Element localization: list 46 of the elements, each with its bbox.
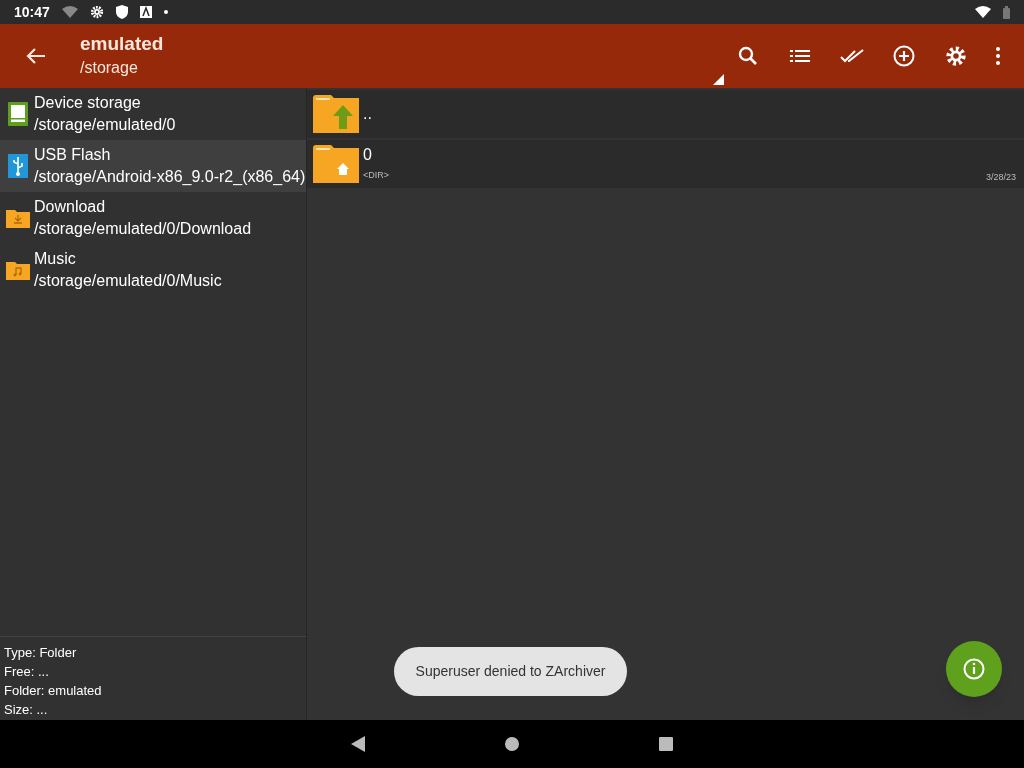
info-line: Type: Folder	[4, 644, 78, 662]
app-icon	[139, 6, 152, 18]
corner-triangle-icon	[713, 74, 724, 85]
usb-icon	[8, 154, 28, 178]
double-check-icon	[840, 49, 864, 63]
location-path: /storage/Android-x86_9.0-r2_(x86_64)	[34, 167, 306, 187]
battery-icon	[1003, 5, 1010, 19]
search-icon	[738, 46, 758, 66]
gear-icon	[89, 5, 104, 19]
toast-message: Superuser denied to ZArchiver	[394, 647, 627, 696]
settings-icon	[945, 45, 967, 67]
file-type: <DIR>	[363, 169, 389, 183]
back-nav-icon[interactable]	[351, 736, 365, 752]
music-folder-icon	[6, 260, 30, 280]
file-date: 3/28/23	[985, 170, 1016, 184]
location-path: /storage/emulated/0/Download	[34, 219, 252, 239]
file-name: 0	[363, 145, 373, 166]
download-folder-icon	[6, 208, 30, 228]
more-icon	[995, 47, 1001, 65]
info-icon	[963, 658, 985, 680]
file-row[interactable]: 0 <DIR> 3/28/23	[307, 140, 1024, 188]
location-name: USB Flash	[34, 145, 112, 165]
back-arrow-icon	[26, 48, 46, 64]
location-path: /storage/emulated/0	[34, 115, 176, 135]
info-line: Size: ...	[4, 701, 49, 719]
storage-list-item[interactable]: USB Flash /storage/Android-x86_9.0-r2_(x86_64)	[0, 140, 306, 192]
home-nav-icon[interactable]	[505, 737, 519, 751]
list-icon	[790, 49, 810, 63]
shield-icon	[115, 5, 128, 19]
plus-circle-icon	[893, 45, 915, 67]
home-folder-icon	[313, 145, 359, 183]
info-line: Free: ...	[4, 663, 50, 681]
clock: 10:47	[14, 2, 50, 22]
folder-path: /storage	[80, 58, 139, 78]
file-row[interactable]: ..	[307, 90, 1024, 138]
storage-icon	[8, 102, 28, 126]
folder-up-icon	[313, 95, 359, 133]
info-fab[interactable]	[946, 641, 1002, 697]
location-name: Music	[34, 249, 77, 269]
dot-icon	[163, 10, 168, 14]
location-name: Device storage	[34, 93, 142, 113]
folder-title: emulated	[80, 32, 164, 56]
location-name: Download	[34, 197, 107, 217]
info-line: Folder: emulated	[4, 682, 103, 700]
file-name: ..	[363, 104, 372, 124]
location-path: /storage/emulated/0/Music	[34, 271, 222, 291]
